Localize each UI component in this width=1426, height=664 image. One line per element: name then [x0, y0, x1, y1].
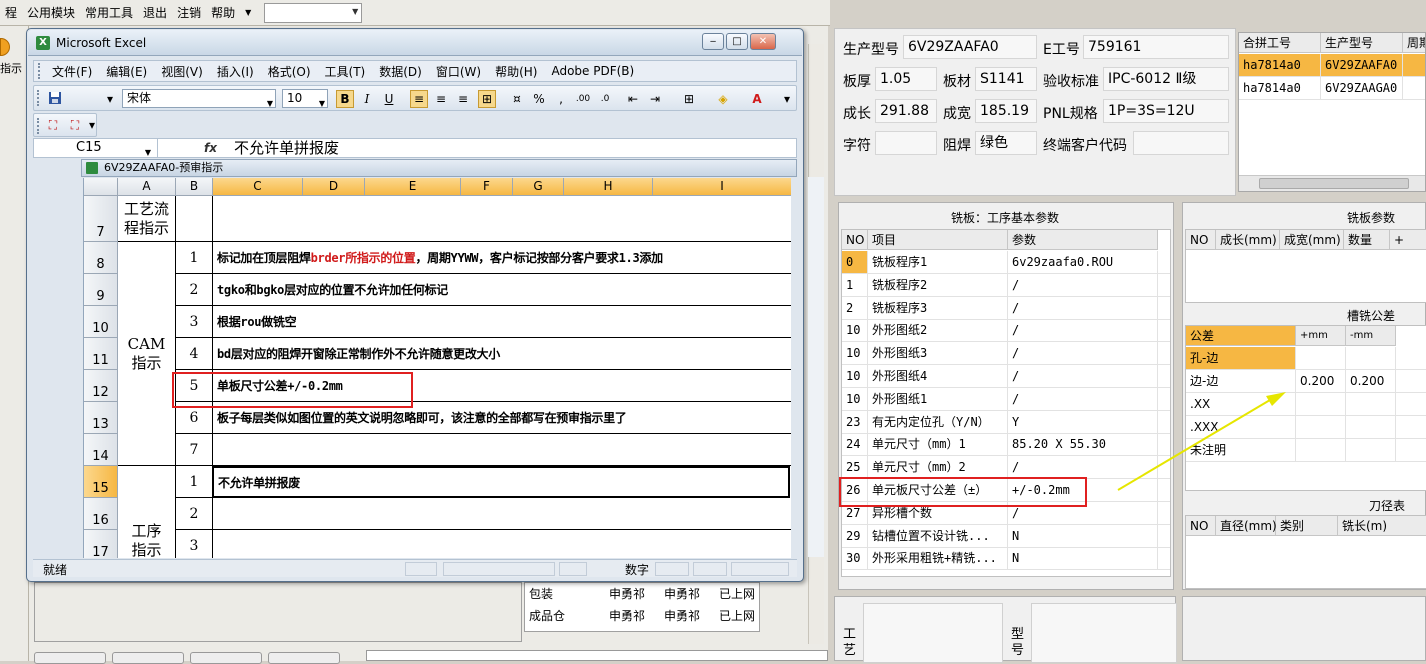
- annotation-arrow: [1117, 392, 1286, 491]
